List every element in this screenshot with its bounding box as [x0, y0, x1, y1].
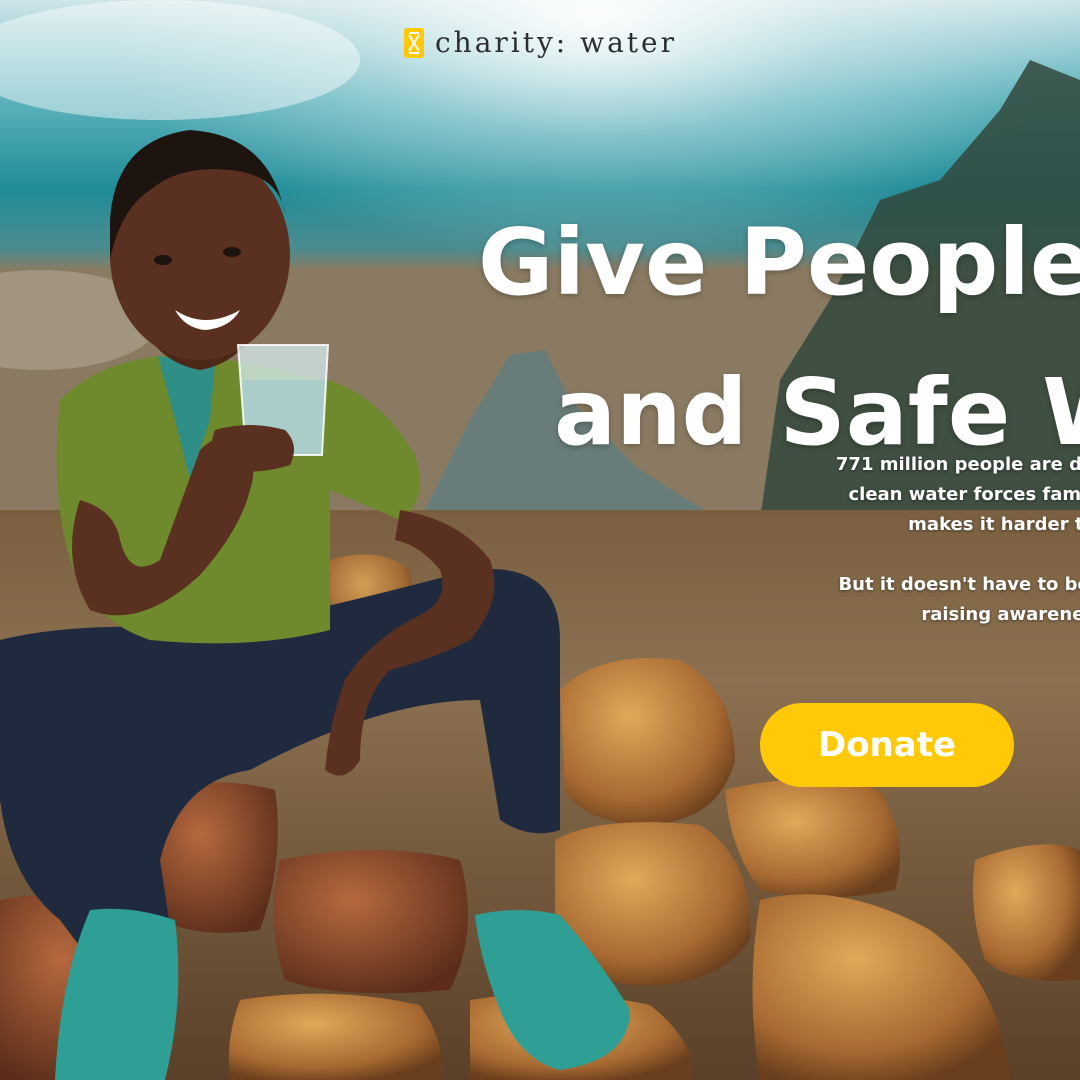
description-line-5: raising awareness by sha [921, 604, 1080, 625]
brand-logo[interactable]: charity: water [0, 26, 1080, 59]
donate-button[interactable]: Donate [760, 703, 1014, 787]
description-line-1: 771 million people are drinking dirty wa… [835, 454, 1080, 475]
description-line-4: But it doesn't have to be that way. You … [838, 574, 1080, 595]
headline-line-1: Give People [478, 209, 1080, 316]
brand-name: charity: water [434, 26, 678, 59]
charity-water-ad: charity: water Give People and Safe W 77… [0, 0, 1080, 1080]
description-line-3: makes it harder to earn an i [908, 514, 1080, 535]
hero-description: 771 million people are drinking dirty wa… [600, 450, 1080, 630]
description-line-2: clean water forces families to journey a [848, 484, 1080, 505]
headline: Give People and Safe W [478, 188, 1080, 488]
jerrycan-icon [403, 27, 424, 58]
